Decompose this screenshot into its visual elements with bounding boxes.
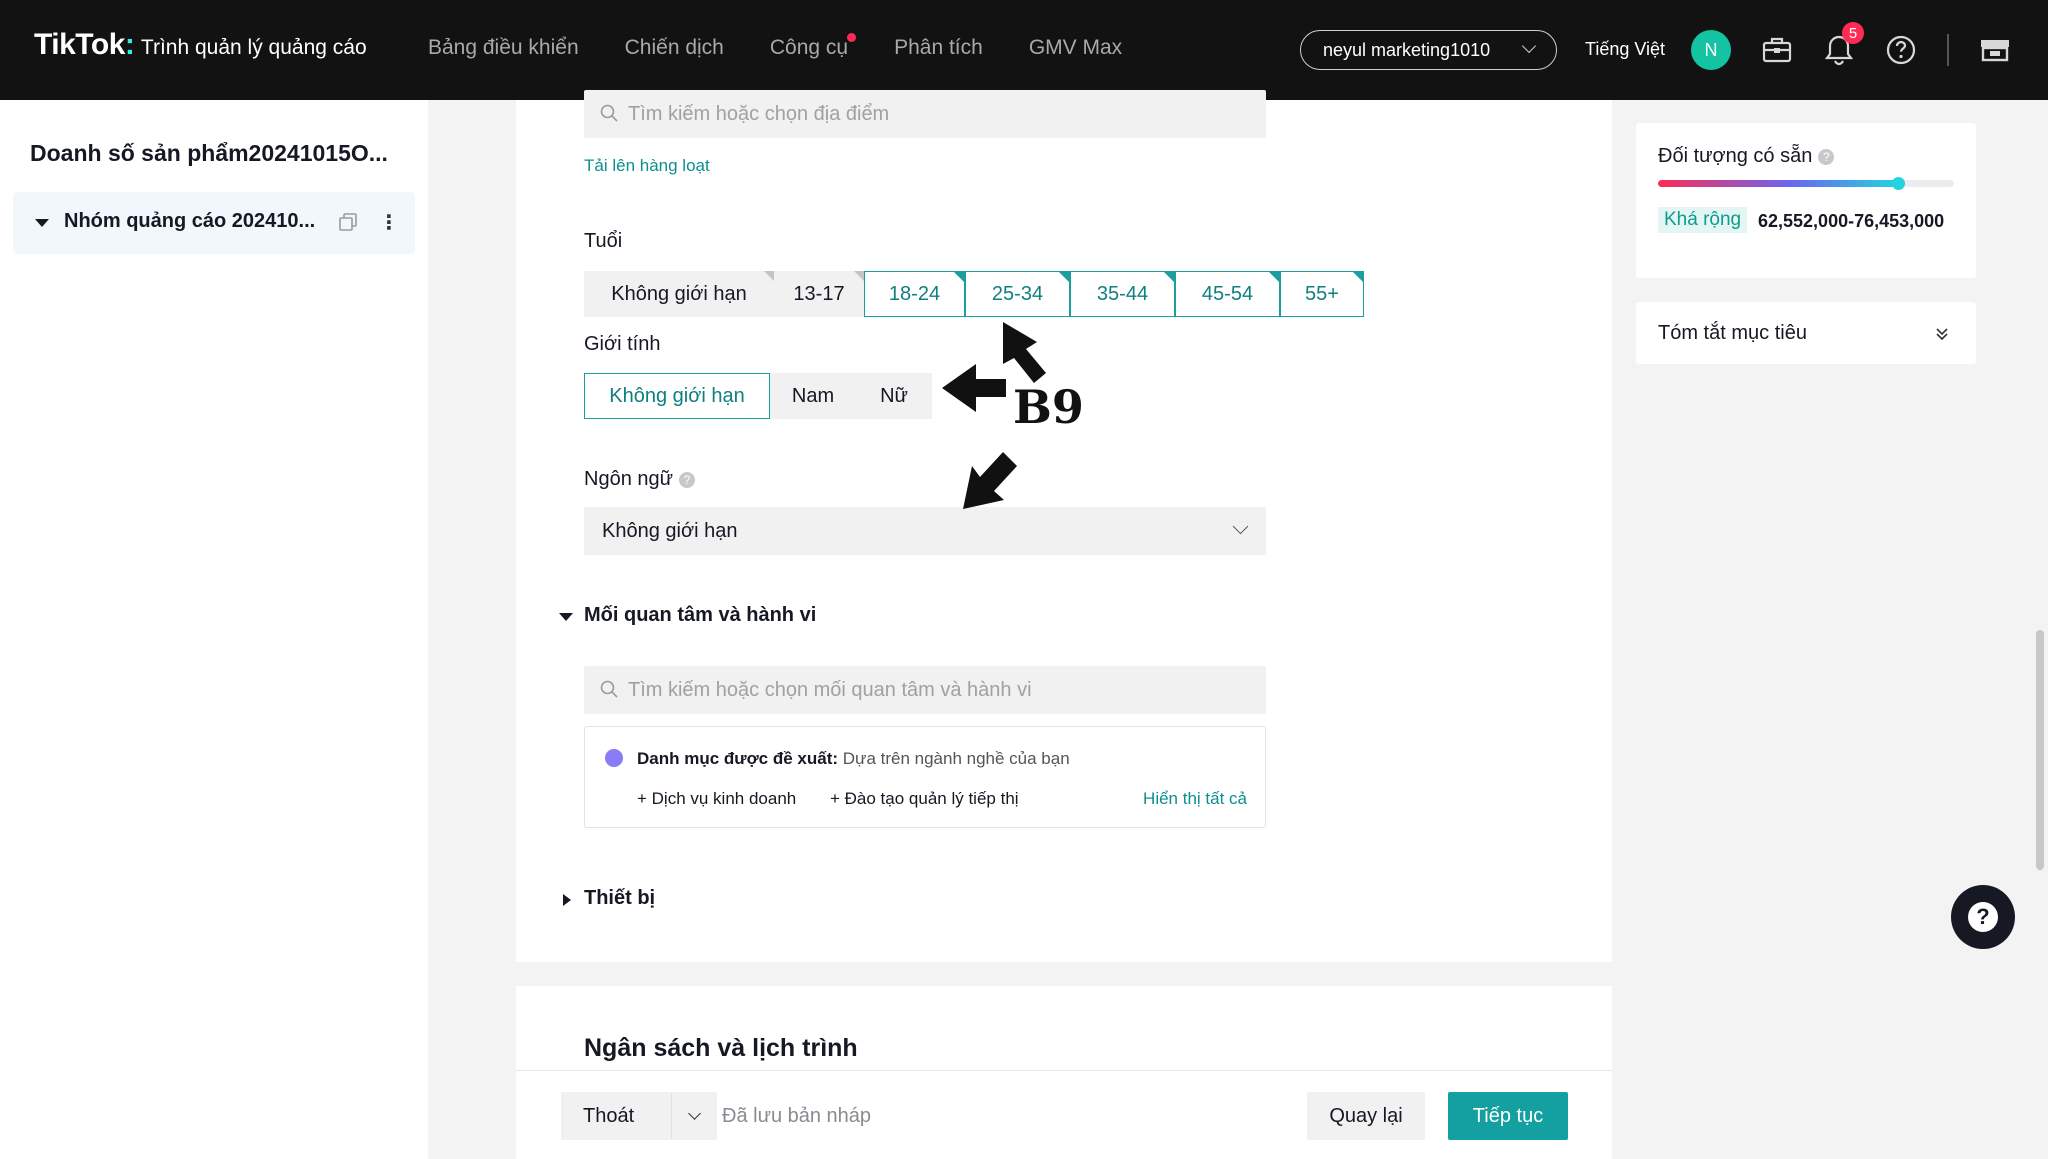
arrow-up-left-icon: [1003, 322, 1046, 383]
page-scrollbar[interactable]: [2036, 630, 2044, 870]
annotation-arrows: [942, 322, 1046, 509]
arrow-left-icon: [942, 364, 1006, 412]
arrow-down-left-icon: [963, 452, 1017, 509]
annotation-label: B9: [1013, 380, 1084, 434]
question-icon: ?: [1968, 902, 1998, 932]
help-button[interactable]: ?: [1951, 885, 2015, 949]
